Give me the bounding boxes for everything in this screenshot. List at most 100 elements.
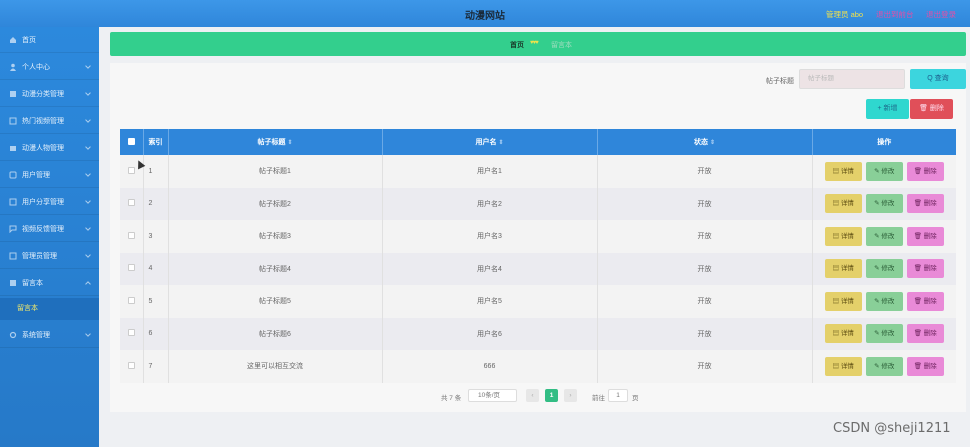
detail-button[interactable]: ▤ 详情 [824, 161, 862, 181]
row-checkbox[interactable] [127, 231, 135, 239]
detail-button[interactable]: ▤ 详情 [824, 194, 862, 214]
site-title: 动漫网站 [465, 11, 505, 22]
sidebar-item-feedback[interactable]: 视频反馈管理 [0, 216, 99, 242]
sidebar-item-message[interactable]: 留言本 [0, 270, 99, 296]
row-checkbox[interactable] [127, 329, 135, 337]
row-index: 5 [143, 285, 169, 318]
sidebar-item-label: 用户管理 [22, 171, 50, 179]
row-checkbox[interactable] [127, 199, 135, 207]
row-username: 用户名1 [382, 155, 598, 188]
edit-button[interactable]: ✎ 修改 [865, 324, 903, 344]
sort-icon[interactable]: ⇕ [710, 140, 715, 146]
header-status[interactable]: 状态 ⇕ [597, 129, 813, 155]
sort-icon[interactable]: ⇕ [287, 140, 292, 146]
page-size-select[interactable]: 10条/页 [468, 389, 517, 402]
delete-button[interactable]: 🗑 删除 [906, 226, 944, 246]
row-select-cell[interactable] [120, 187, 144, 220]
home-icon [10, 36, 16, 43]
edit-button[interactable]: ✎ 修改 [865, 356, 903, 376]
row-index: 7 [143, 350, 169, 383]
row-title: 帖子标题6 [168, 317, 383, 350]
select-all-cell[interactable] [120, 129, 144, 155]
select-all-checkbox[interactable] [127, 137, 135, 145]
row-checkbox[interactable] [127, 361, 135, 369]
detail-button[interactable]: ▤ 详情 [824, 291, 862, 311]
sidebar: 首页 个人中心 动漫分类管理 热门视频管理 动漫人物管理 用户管理 用户分享管理… [0, 27, 99, 447]
sidebar-item-label: 动漫人物管理 [22, 144, 64, 152]
character-icon [10, 145, 16, 151]
row-checkbox[interactable] [127, 264, 135, 272]
sidebar-subitem-message[interactable]: 留言本 [0, 298, 99, 320]
admin-icon [9, 252, 17, 259]
users-icon [9, 171, 17, 178]
row-select-cell[interactable] [120, 252, 144, 285]
edit-button[interactable]: ✎ 修改 [865, 226, 903, 246]
detail-button[interactable]: ▤ 详情 [824, 356, 862, 376]
sidebar-item-character[interactable]: 动漫人物管理 [0, 135, 99, 161]
query-button[interactable]: Q 查询 [910, 69, 966, 89]
feedback-icon [9, 225, 17, 233]
row-actions: ▤ 详情 ✎ 修改 🗑 删除 [812, 318, 956, 351]
sort-icon[interactable]: ⇕ [498, 140, 503, 146]
delete-button[interactable]: 🗑 删除 [906, 356, 944, 376]
logout-link[interactable]: 退出登录 [926, 9, 956, 20]
top-header: 动漫网站 管理员 abo 退出到前台 退出登录 [0, 0, 970, 27]
sidebar-item-personal[interactable]: 个人中心 [0, 54, 99, 80]
data-table: 索引 帖子标题 ⇕ 用户名 ⇕ 状态 ⇕ 操作 1 帖子标题1 用户名1 开放 ▤ 详… [120, 129, 956, 383]
prev-page-button[interactable]: ‹ [526, 389, 539, 402]
breadcrumb-home[interactable]: 首页 [510, 40, 524, 50]
row-username: 用户名3 [382, 220, 598, 253]
edit-button[interactable]: ✎ 修改 [865, 259, 903, 279]
row-status: 开放 [597, 252, 813, 285]
sidebar-item-share[interactable]: 用户分享管理 [0, 189, 99, 215]
sidebar-item-label: 留言本 [22, 279, 43, 287]
page-number-1[interactable]: 1 [545, 389, 558, 402]
row-title: 帖子标题3 [168, 220, 383, 253]
chevron-down-icon [85, 171, 91, 177]
delete-button[interactable]: 🗑 删除 [906, 194, 944, 214]
sidebar-item-label: 动漫分类管理 [22, 90, 64, 98]
next-page-button[interactable]: › [564, 389, 577, 402]
settings-icon [9, 331, 17, 338]
row-select-cell[interactable] [120, 317, 144, 350]
sidebar-item-category[interactable]: 动漫分类管理 [0, 81, 99, 107]
back-to-frontend-link[interactable]: 退出到前台 [876, 9, 914, 20]
header-title[interactable]: 帖子标题 ⇕ [168, 129, 383, 155]
row-checkbox[interactable] [127, 296, 135, 304]
edit-button[interactable]: ✎ 修改 [865, 291, 903, 311]
detail-label: 详情 [840, 167, 854, 175]
sidebar-item-home[interactable]: 首页 [0, 27, 99, 53]
detail-button[interactable]: ▤ 详情 [824, 259, 862, 279]
watermark: CSDN @sheji1211 [833, 421, 951, 436]
row-select-cell[interactable] [120, 220, 144, 253]
sidebar-item-users[interactable]: 用户管理 [0, 162, 99, 188]
header-username-label: 用户名 [475, 139, 497, 146]
row-title: 帖子标题2 [168, 187, 383, 220]
edit-label: 修改 [881, 200, 895, 208]
sidebar-item-system[interactable]: 系统管理 [0, 322, 99, 348]
sidebar-item-video[interactable]: 热门视频管理 [0, 108, 99, 134]
user-icon [10, 63, 16, 71]
add-button[interactable]: + 新增 [866, 99, 909, 119]
detail-label: 详情 [840, 200, 854, 208]
delete-button[interactable]: 🗑 删除 [906, 291, 944, 311]
detail-label: 详情 [840, 330, 854, 338]
edit-button[interactable]: ✎ 修改 [865, 161, 903, 181]
delete-button[interactable]: 🗑 删除 [906, 324, 944, 344]
batch-delete-button[interactable]: 🗑 删除 [910, 99, 953, 119]
search-input[interactable]: 帖子标题 [799, 69, 905, 89]
header-username[interactable]: 用户名 ⇕ [382, 129, 598, 155]
detail-button[interactable]: ▤ 详情 [824, 324, 862, 344]
row-status: 开放 [597, 187, 813, 220]
sidebar-item-admin[interactable]: 管理员管理 [0, 243, 99, 269]
delete-button[interactable]: 🗑 删除 [906, 161, 944, 181]
delete-button[interactable]: 🗑 删除 [906, 259, 944, 279]
row-status: 开放 [597, 317, 813, 350]
row-select-cell[interactable] [120, 285, 144, 318]
row-checkbox[interactable] [127, 166, 135, 174]
goto-page-input[interactable]: 1 [608, 389, 628, 402]
row-select-cell[interactable] [120, 350, 144, 383]
delete-label: 删除 [923, 330, 937, 338]
edit-button[interactable]: ✎ 修改 [865, 194, 903, 214]
detail-button[interactable]: ▤ 详情 [824, 226, 862, 246]
